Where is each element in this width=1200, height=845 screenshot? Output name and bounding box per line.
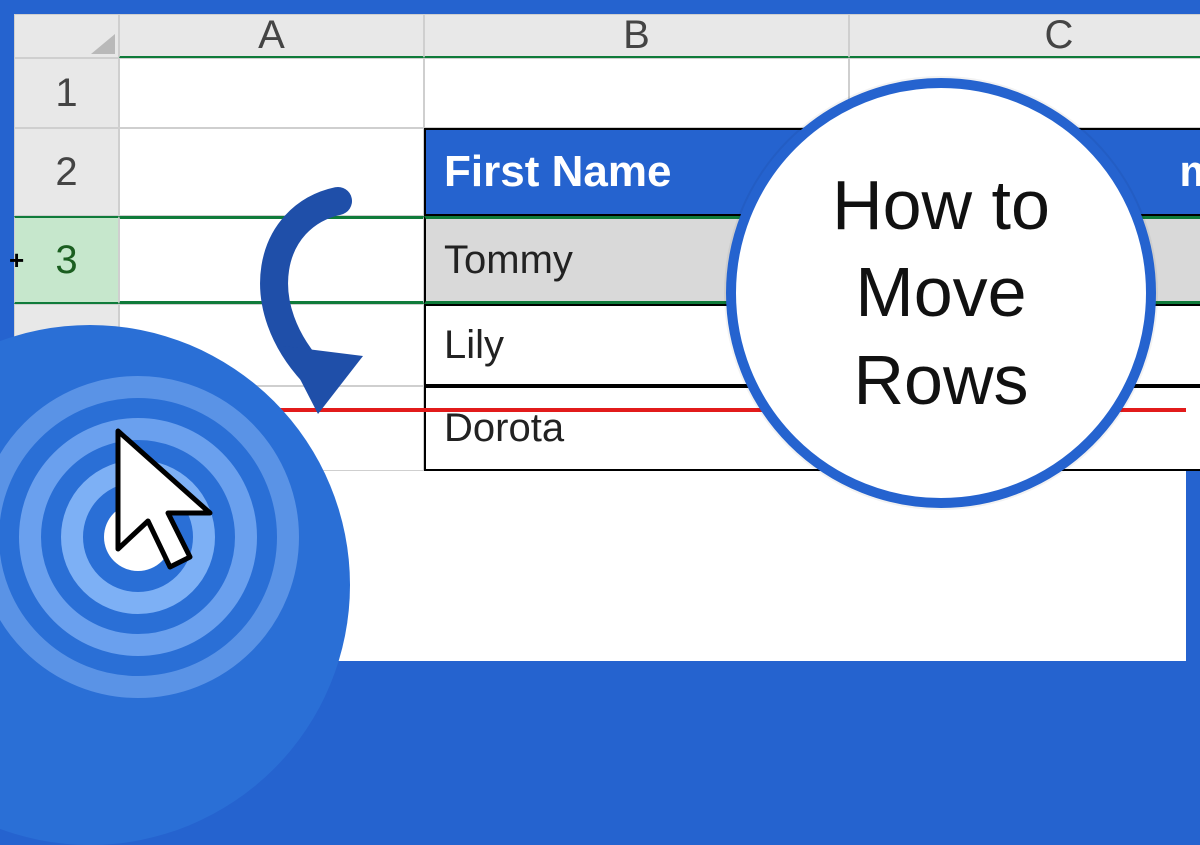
column-header-a[interactable]: A — [119, 14, 424, 58]
cursor-arrow-icon — [98, 419, 248, 579]
callout-circle: How to Move Rows — [726, 78, 1156, 508]
row-header-3-selected[interactable]: + 3 — [14, 216, 119, 304]
callout-line3: Rows — [853, 341, 1028, 419]
cell-a1[interactable] — [119, 58, 424, 128]
select-all-corner[interactable] — [14, 14, 119, 58]
column-header-b[interactable]: B — [424, 14, 849, 58]
row-header-2[interactable]: 2 — [14, 128, 119, 216]
row-header-3-label: 3 — [55, 238, 77, 283]
callout-line2: Move — [855, 253, 1026, 331]
brand-logo-circle — [0, 325, 350, 845]
callout-text: How to Move Rows — [832, 162, 1050, 425]
cell-b1[interactable] — [424, 58, 849, 128]
callout-line1: How to — [832, 166, 1050, 244]
insert-row-plus-icon: + — [9, 245, 24, 276]
column-header-c[interactable]: C — [849, 14, 1200, 58]
row-header-1[interactable]: 1 — [14, 58, 119, 128]
